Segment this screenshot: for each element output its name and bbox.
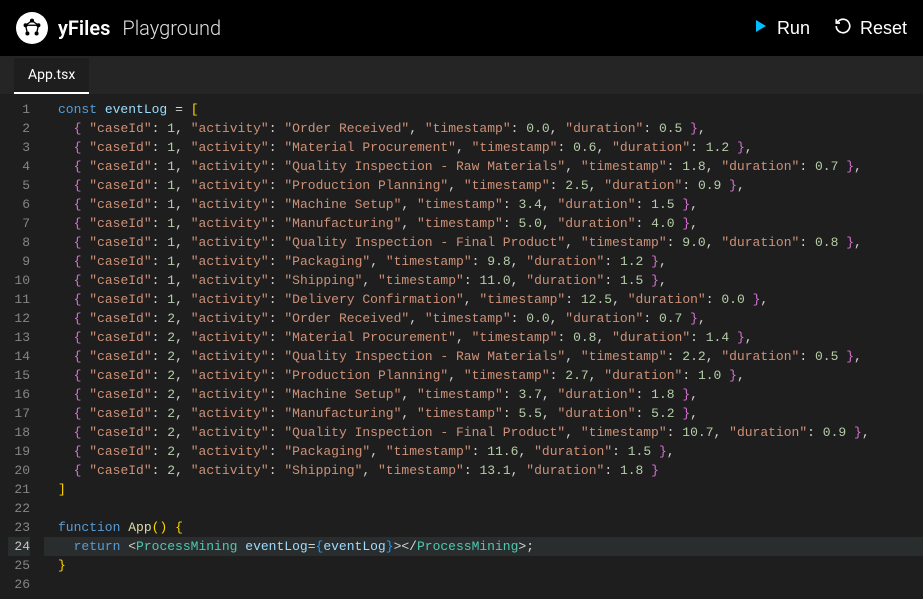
- code-line[interactable]: }: [44, 556, 923, 575]
- code-line[interactable]: { "caseId": 1, "activity": "Manufacturin…: [44, 214, 923, 233]
- line-number: 1: [8, 100, 30, 119]
- line-number: 20: [8, 461, 30, 480]
- line-number: 8: [8, 233, 30, 252]
- code-line[interactable]: { "caseId": 2, "activity": "Packaging", …: [44, 442, 923, 461]
- line-number: 9: [8, 252, 30, 271]
- logo-section: yFiles Playground: [16, 12, 221, 44]
- line-number: 23: [8, 518, 30, 537]
- line-number: 17: [8, 404, 30, 423]
- line-number: 22: [8, 499, 30, 518]
- code-line[interactable]: { "caseId": 1, "activity": "Material Pro…: [44, 138, 923, 157]
- line-number: 18: [8, 423, 30, 442]
- header-actions: Run Reset: [753, 17, 907, 40]
- code-line[interactable]: { "caseId": 1, "activity": "Quality Insp…: [44, 157, 923, 176]
- line-number: 10: [8, 271, 30, 290]
- code-line[interactable]: const eventLog = [: [44, 100, 923, 119]
- code-line[interactable]: { "caseId": 2, "activity": "Quality Insp…: [44, 423, 923, 442]
- code-line[interactable]: { "caseId": 1, "activity": "Delivery Con…: [44, 290, 923, 309]
- line-number: 13: [8, 328, 30, 347]
- line-number: 11: [8, 290, 30, 309]
- line-number: 25: [8, 556, 30, 575]
- code-line[interactable]: { "caseId": 2, "activity": "Material Pro…: [44, 328, 923, 347]
- line-number: 26: [8, 575, 30, 594]
- code-line[interactable]: { "caseId": 1, "activity": "Quality Insp…: [44, 233, 923, 252]
- header: yFiles Playground Run Reset: [0, 0, 923, 56]
- code-line[interactable]: { "caseId": 2, "activity": "Shipping", "…: [44, 461, 923, 480]
- code-editor[interactable]: 1234567891011121314151617181920212223242…: [0, 94, 923, 599]
- page-title: Playground: [122, 16, 221, 40]
- line-number: 19: [8, 442, 30, 461]
- code-line[interactable]: { "caseId": 2, "activity": "Quality Insp…: [44, 347, 923, 366]
- code-line[interactable]: [44, 575, 923, 594]
- line-number: 21: [8, 480, 30, 499]
- reset-icon: [834, 17, 852, 40]
- line-number: 5: [8, 176, 30, 195]
- code-line[interactable]: { "caseId": 1, "activity": "Shipping", "…: [44, 271, 923, 290]
- line-number: 4: [8, 157, 30, 176]
- code-line[interactable]: { "caseId": 1, "activity": "Packaging", …: [44, 252, 923, 271]
- yfiles-logo-icon: [16, 12, 48, 44]
- line-number: 3: [8, 138, 30, 157]
- code-line[interactable]: { "caseId": 1, "activity": "Machine Setu…: [44, 195, 923, 214]
- play-icon: [753, 18, 769, 39]
- code-content[interactable]: const eventLog = [ { "caseId": 1, "activ…: [44, 94, 923, 599]
- run-button[interactable]: Run: [753, 18, 810, 39]
- reset-label: Reset: [860, 18, 907, 39]
- code-line[interactable]: { "caseId": 2, "activity": "Manufacturin…: [44, 404, 923, 423]
- code-line[interactable]: { "caseId": 2, "activity": "Order Receiv…: [44, 309, 923, 328]
- line-number: 15: [8, 366, 30, 385]
- tab-bar: App.tsx: [0, 56, 923, 94]
- line-number: 16: [8, 385, 30, 404]
- code-line[interactable]: ]: [44, 480, 923, 499]
- line-number: 24: [8, 537, 30, 556]
- line-number: 2: [8, 119, 30, 138]
- code-line[interactable]: { "caseId": 1, "activity": "Production P…: [44, 176, 923, 195]
- line-gutter: 1234567891011121314151617181920212223242…: [0, 94, 44, 599]
- run-label: Run: [777, 18, 810, 39]
- code-line[interactable]: { "caseId": 2, "activity": "Machine Setu…: [44, 385, 923, 404]
- line-number: 7: [8, 214, 30, 233]
- reset-button[interactable]: Reset: [834, 17, 907, 40]
- line-number: 6: [8, 195, 30, 214]
- code-line[interactable]: { "caseId": 2, "activity": "Production P…: [44, 366, 923, 385]
- line-number: 12: [8, 309, 30, 328]
- code-line[interactable]: [44, 499, 923, 518]
- code-line[interactable]: return <ProcessMining eventLog={eventLog…: [44, 537, 923, 556]
- code-line[interactable]: { "caseId": 1, "activity": "Order Receiv…: [44, 119, 923, 138]
- brand-name: yFiles: [58, 16, 110, 40]
- tab-app-tsx[interactable]: App.tsx: [14, 58, 89, 94]
- code-line[interactable]: function App() {: [44, 518, 923, 537]
- line-number: 14: [8, 347, 30, 366]
